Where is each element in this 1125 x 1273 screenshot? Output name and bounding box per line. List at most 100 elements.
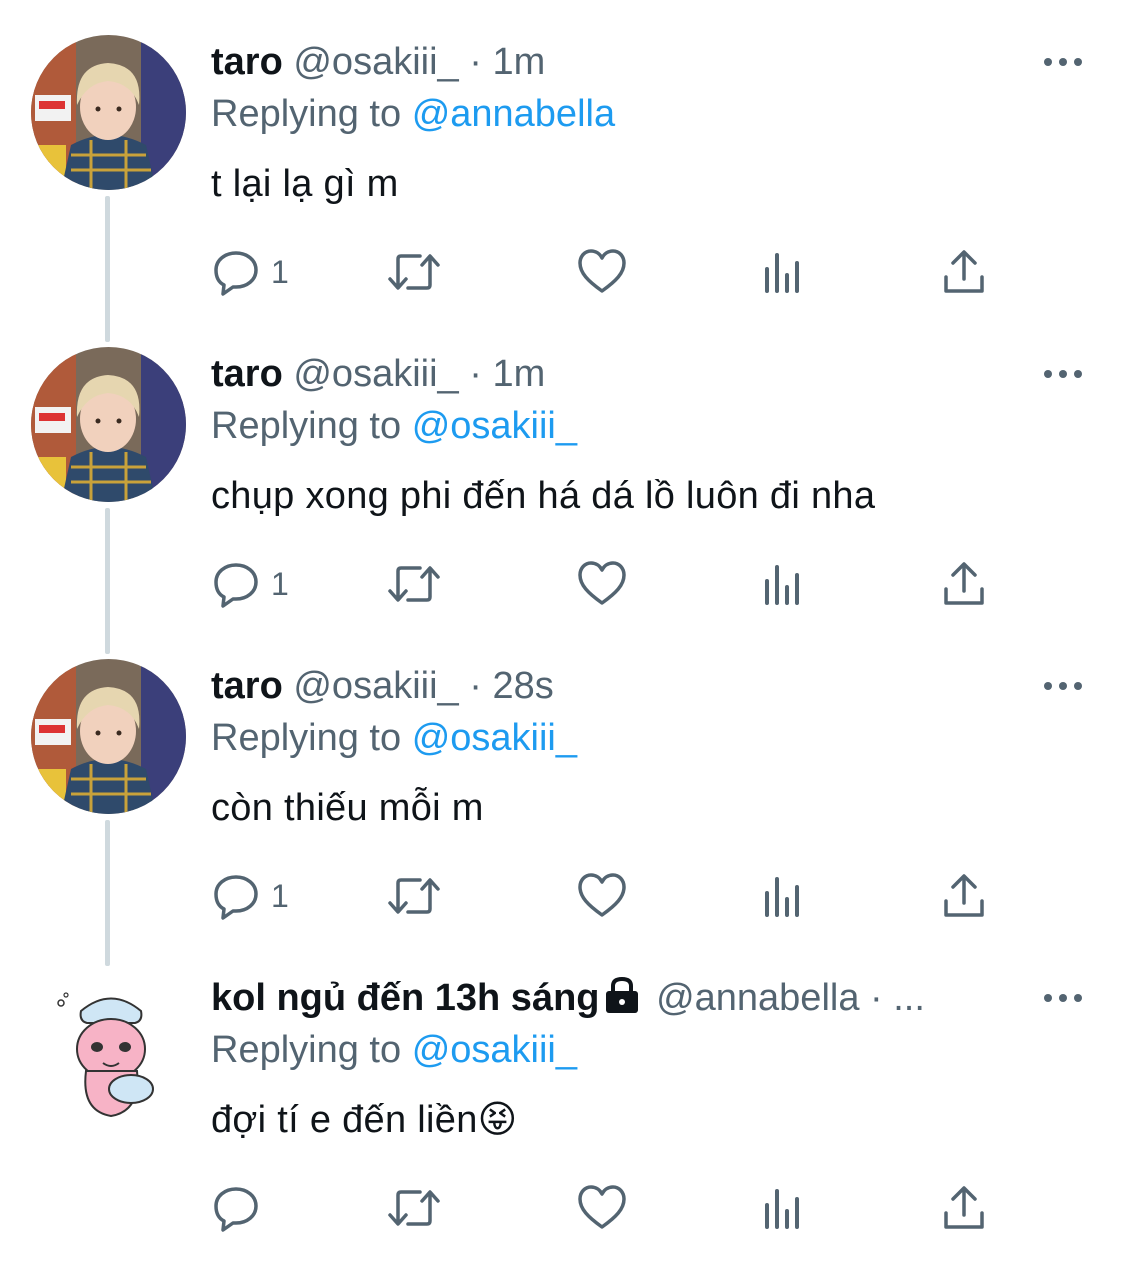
tweet[interactable]: taro @osakiii_ · 28s Replying to @osakii… [0, 624, 1125, 966]
username[interactable]: @annabella [656, 977, 859, 1019]
bar-chart-icon [765, 253, 799, 293]
retweet-button[interactable] [386, 1180, 442, 1236]
replying-to-label: Replying to [211, 93, 402, 135]
tweet[interactable]: taro @osakiii_ · 1m Replying to @osakiii… [0, 312, 1125, 654]
separator-dot: · [469, 665, 482, 707]
tweet-header: kol ngủ đến 13h sáng @annabella · ... [211, 974, 1031, 1022]
tweet-text: đợi tí e đến liền😝 [211, 1099, 518, 1141]
share-icon [944, 562, 984, 605]
display-name[interactable]: taro [211, 41, 283, 83]
display-name[interactable]: taro [211, 353, 283, 395]
username[interactable]: @osakiii_ [293, 353, 458, 395]
replying-to: Replying to @osakiii_ [211, 402, 577, 450]
replying-to: Replying to @osakiii_ [211, 1026, 577, 1074]
timestamp[interactable]: 28s [492, 665, 553, 707]
reply-button[interactable]: 1 [211, 868, 289, 924]
like-button[interactable] [576, 1180, 628, 1236]
share-button[interactable] [941, 244, 987, 300]
replying-to-label: Replying to [211, 717, 402, 759]
replying-to-label: Replying to [211, 405, 402, 447]
share-button[interactable] [941, 868, 987, 924]
reply-icon [214, 251, 258, 296]
bar-chart-icon [765, 1189, 799, 1229]
more-options-button[interactable] [1041, 52, 1085, 72]
mention-link[interactable]: @annabella [412, 93, 615, 135]
retweet-icon [388, 254, 440, 290]
display-name[interactable]: taro [211, 665, 283, 707]
replying-to-label: Replying to [211, 1029, 402, 1071]
more-horizontal-icon [1044, 370, 1082, 378]
tweet[interactable]: kol ngủ đến 13h sáng @annabella · ... Re… [0, 936, 1125, 1248]
tweet-text: chụp xong phi đến há dá lồ luôn đi nha [211, 475, 876, 517]
replying-to: Replying to @annabella [211, 90, 615, 138]
views-button[interactable] [761, 868, 805, 924]
more-options-button[interactable] [1041, 364, 1085, 384]
reply-count: 1 [271, 877, 289, 914]
tweet-header: taro @osakiii_ · 28s [211, 662, 1031, 710]
share-icon [944, 1186, 984, 1229]
share-button[interactable] [941, 556, 987, 612]
share-button[interactable] [941, 1180, 987, 1236]
tweet-text: còn thiếu mỗi m [211, 787, 484, 829]
timestamp[interactable]: 1m [492, 353, 545, 395]
more-options-button[interactable] [1041, 988, 1085, 1008]
bar-chart-icon [765, 877, 799, 917]
timestamp[interactable]: 1m [492, 41, 545, 83]
heart-icon [578, 249, 626, 293]
like-button[interactable] [576, 556, 628, 612]
reply-count: 1 [271, 565, 289, 602]
reply-button[interactable] [211, 1180, 271, 1236]
username[interactable]: @osakiii_ [293, 41, 458, 83]
tweet-actions [211, 1180, 1011, 1236]
retweet-button[interactable] [386, 556, 442, 612]
reply-button[interactable]: 1 [211, 244, 289, 300]
reply-button[interactable]: 1 [211, 556, 289, 612]
heart-icon [578, 1185, 626, 1229]
views-button[interactable] [761, 556, 805, 612]
retweet-icon [388, 566, 440, 602]
share-icon [944, 874, 984, 917]
avatar[interactable] [31, 35, 186, 190]
retweet-icon [388, 878, 440, 914]
replying-to: Replying to @osakiii_ [211, 714, 577, 762]
lock-icon [604, 976, 640, 1022]
mention-link[interactable]: @osakiii_ [412, 405, 577, 447]
tweet-header: taro @osakiii_ · 1m [211, 38, 1031, 86]
views-button[interactable] [761, 1180, 805, 1236]
bar-chart-icon [765, 565, 799, 605]
retweet-icon [388, 1190, 440, 1226]
tweet-actions: 1 [211, 556, 1011, 612]
retweet-button[interactable] [386, 244, 442, 300]
tweet-actions: 1 [211, 244, 1011, 300]
separator-dot: · ... [870, 977, 925, 1019]
retweet-button[interactable] [386, 868, 442, 924]
like-button[interactable] [576, 244, 628, 300]
views-button[interactable] [761, 244, 805, 300]
reply-icon [214, 563, 258, 608]
avatar[interactable] [31, 347, 186, 502]
avatar[interactable] [31, 659, 186, 814]
more-horizontal-icon [1044, 58, 1082, 66]
more-options-button[interactable] [1041, 676, 1085, 696]
tweet[interactable]: taro @osakiii_ · 1m Replying to @annabel… [0, 0, 1125, 342]
mention-link[interactable]: @osakiii_ [412, 717, 577, 759]
more-horizontal-icon [1044, 994, 1082, 1002]
reply-icon [214, 875, 258, 920]
display-name[interactable]: kol ngủ đến 13h sáng [211, 977, 600, 1019]
like-button[interactable] [576, 868, 628, 924]
username[interactable]: @osakiii_ [293, 665, 458, 707]
reply-thread: taro @osakiii_ · 1m Replying to @annabel… [0, 0, 1125, 1273]
mention-link[interactable]: @osakiii_ [412, 1029, 577, 1071]
reply-count: 1 [271, 253, 289, 290]
tweet-header: taro @osakiii_ · 1m [211, 350, 1031, 398]
more-horizontal-icon [1044, 682, 1082, 690]
separator-dot: · [469, 353, 482, 395]
share-icon [944, 250, 984, 293]
heart-icon [578, 873, 626, 917]
tweet-actions: 1 [211, 868, 1011, 924]
separator-dot: · [469, 41, 482, 83]
heart-icon [578, 561, 626, 605]
tweet-text: t lại lạ gì m [211, 163, 399, 205]
reply-icon [214, 1187, 258, 1232]
avatar[interactable] [31, 971, 186, 1126]
